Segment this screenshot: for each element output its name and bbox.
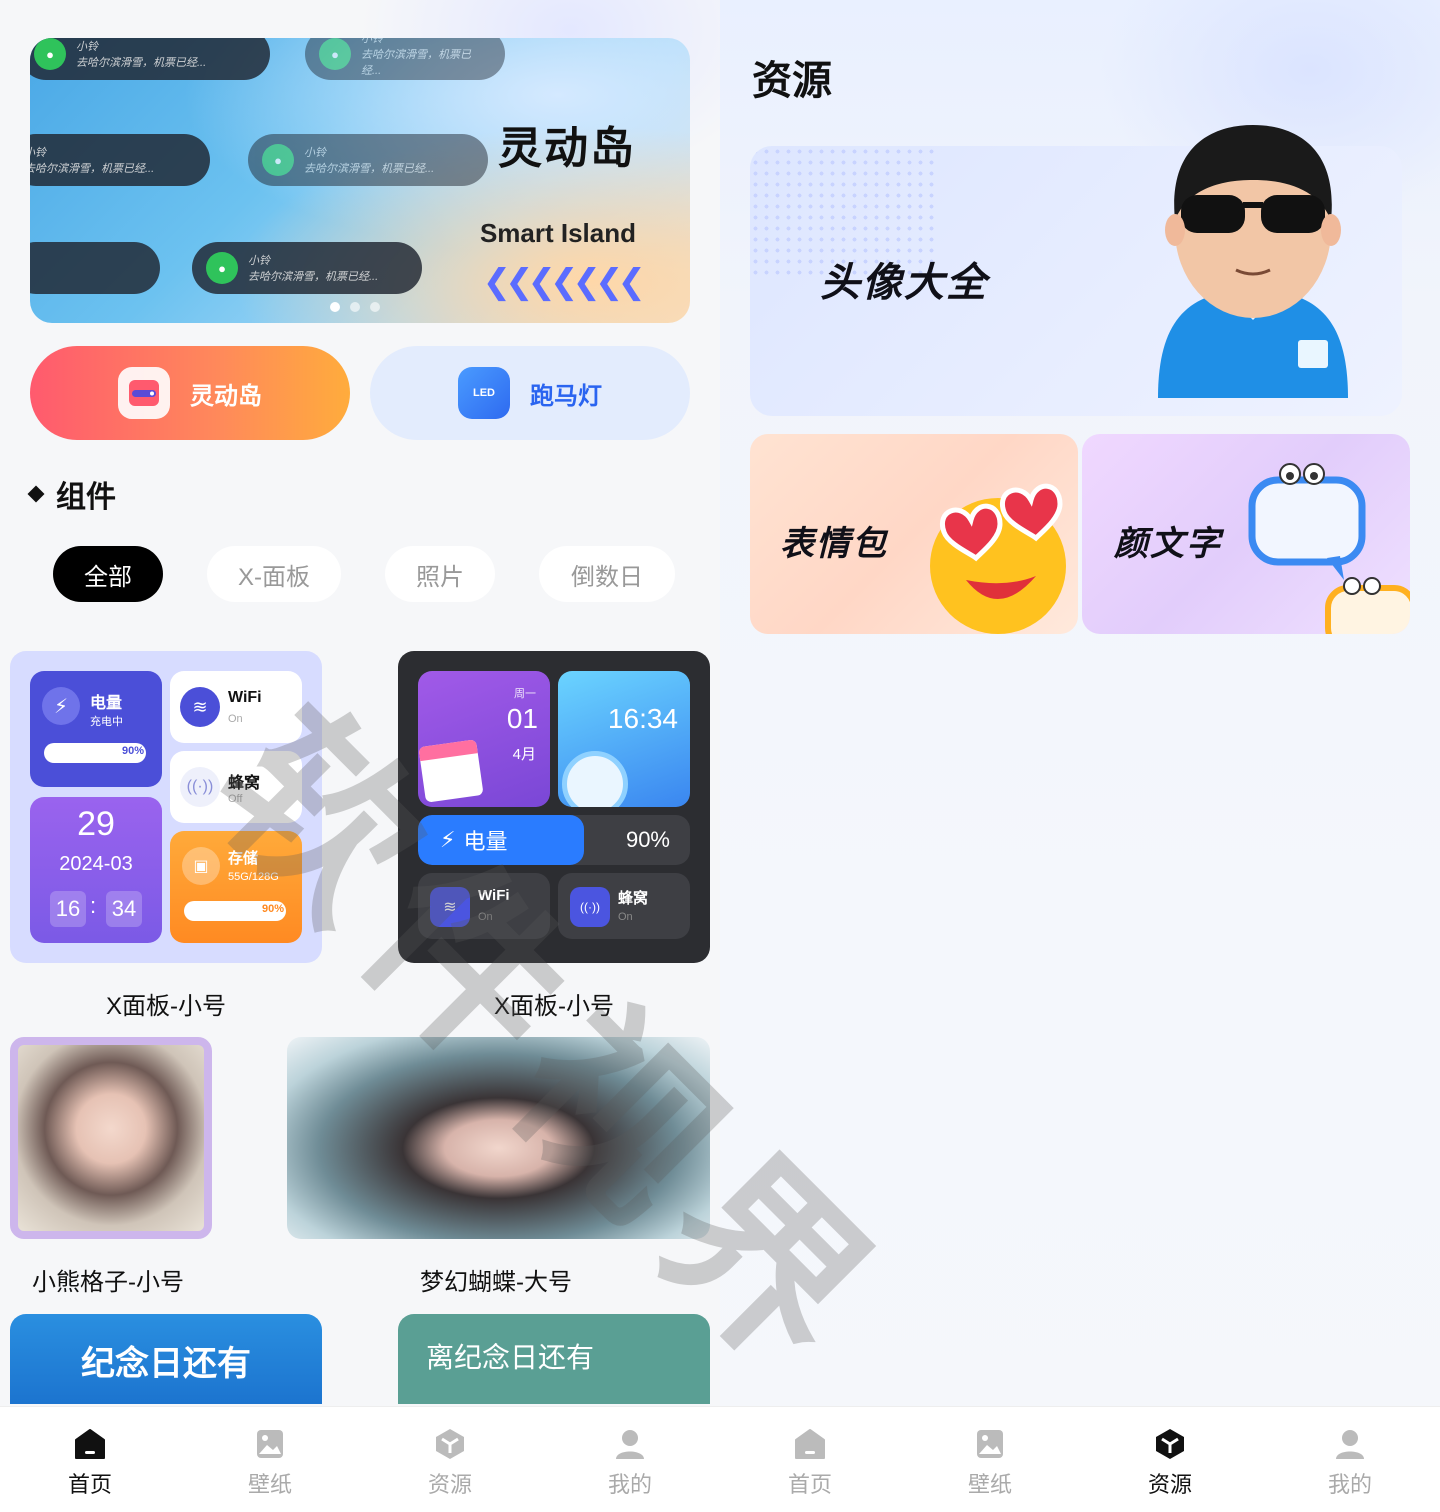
banner-title: 灵动岛 bbox=[498, 124, 636, 173]
notification-pill: 小铃去哈尔滨滑雪，机票已经... bbox=[30, 134, 210, 186]
tab-mine[interactable]: 我的 bbox=[1260, 1407, 1440, 1512]
notification-pill bbox=[30, 242, 160, 294]
user-icon bbox=[1333, 1427, 1367, 1461]
battery-fill: ⚡ 电量 bbox=[418, 815, 584, 865]
antenna-icon: ((·)) bbox=[180, 767, 220, 807]
antenna-icon: ((·)) bbox=[570, 887, 610, 927]
notification-pill: ● 小铃 去哈尔滨滑雪，机票已经... bbox=[305, 38, 505, 80]
bolt-icon: ⚡ bbox=[440, 827, 456, 852]
wifi-icon: ≋ bbox=[430, 887, 470, 927]
photo-widget-bear-grid[interactable] bbox=[10, 1037, 212, 1239]
image-icon bbox=[973, 1427, 1007, 1461]
bottom-tab-bar: 首页 壁纸 资源 我的 bbox=[720, 1406, 1440, 1512]
carousel-dot[interactable] bbox=[350, 302, 360, 312]
island-icon bbox=[118, 367, 170, 419]
countdown-widget[interactable]: 纪念日还有 bbox=[10, 1314, 322, 1404]
resources-screen: 资源 头像大全 表情包 颜文字 首页 壁纸 资源 我的 bbox=[720, 0, 1440, 1512]
home-icon bbox=[793, 1427, 827, 1461]
home-icon bbox=[73, 1427, 107, 1461]
section-title: 组件 bbox=[27, 472, 116, 516]
bottom-tab-bar: 首页 壁纸 资源 我的 bbox=[0, 1406, 720, 1512]
wechat-icon: ● bbox=[319, 38, 351, 70]
banner-subtitle: Smart Island bbox=[479, 218, 636, 248]
heart-eyes-emoji-icon bbox=[930, 483, 1066, 634]
page-title: 资源 bbox=[752, 59, 832, 103]
cellular-tile: ((·)) 蜂窝 Off bbox=[170, 751, 302, 823]
wechat-icon: ● bbox=[206, 252, 238, 284]
wifi-tile: ≋ WiFi On bbox=[418, 873, 550, 939]
home-screen: ● 小铃去哈尔滨滑雪，机票已经... ● 小铃去哈尔滨滑雪，机票已经... 小铃… bbox=[0, 0, 720, 1512]
wechat-icon: ● bbox=[34, 38, 66, 70]
notification-pill: ● 小铃 去哈尔滨滑雪，机票已经... bbox=[30, 38, 270, 80]
widget-x-panel-light[interactable]: ⚡ 电量 充电中 90% ≋ WiFi On ((·)) 蜂窝 Off 29 2… bbox=[10, 651, 322, 963]
marquee-button[interactable]: LED 跑马灯 bbox=[370, 346, 690, 440]
diamond-icon bbox=[27, 485, 45, 503]
avatar-character-icon bbox=[1158, 125, 1348, 398]
storage-bar: 90% bbox=[184, 901, 286, 921]
notification-pill: ● 小铃 去哈尔滨滑雪，机票已经... bbox=[248, 134, 488, 186]
tab-resources[interactable]: 资源 bbox=[360, 1407, 540, 1512]
notification-pill: ● 小铃 去哈尔滨滑雪，机票已经... bbox=[192, 242, 422, 294]
photo-caption: 梦幻蝴蝶-大号 bbox=[420, 1269, 572, 1296]
save-icon: ▣ bbox=[182, 847, 220, 885]
date-time-tile: 29 2024-03 16 : 34 bbox=[30, 797, 162, 943]
photo-widget-butterfly[interactable] bbox=[287, 1037, 710, 1239]
chip-countdown[interactable]: 倒数日 bbox=[539, 546, 675, 602]
carousel-dot[interactable] bbox=[330, 302, 340, 312]
clock-icon bbox=[562, 751, 628, 807]
kaomoji-card[interactable]: 颜文字 bbox=[1082, 434, 1410, 634]
smart-island-button[interactable]: 灵动岛 bbox=[30, 346, 350, 440]
tab-home[interactable]: 首页 bbox=[0, 1407, 180, 1512]
bolt-icon: ⚡ bbox=[42, 687, 80, 725]
tab-mine[interactable]: 我的 bbox=[540, 1407, 720, 1512]
tab-resources[interactable]: 资源 bbox=[1080, 1407, 1260, 1512]
storage-tile: ▣ 存储 55G/128G 90% bbox=[170, 831, 302, 943]
tab-wallpaper[interactable]: 壁纸 bbox=[900, 1407, 1080, 1512]
wifi-tile: ≋ WiFi On bbox=[170, 671, 302, 743]
wifi-icon: ≋ bbox=[180, 687, 220, 727]
carousel-dots[interactable] bbox=[330, 302, 380, 312]
chip-all[interactable]: 全部 bbox=[53, 546, 163, 602]
carousel-dot[interactable] bbox=[370, 302, 380, 312]
user-icon bbox=[613, 1427, 647, 1461]
avatar-collection-card[interactable]: 头像大全 bbox=[750, 125, 1402, 416]
battery-bar-tile: ⚡ 电量 90% bbox=[418, 815, 690, 865]
calendar-icon bbox=[418, 739, 484, 803]
photo-caption: 小熊格子-小号 bbox=[32, 1269, 184, 1296]
tab-wallpaper[interactable]: 壁纸 bbox=[180, 1407, 360, 1512]
chevron-left-icon: ❮❮❮❮❮❮❮ bbox=[482, 263, 646, 301]
battery-tile: ⚡ 电量 充电中 90% bbox=[30, 671, 162, 787]
tab-home[interactable]: 首页 bbox=[720, 1407, 900, 1512]
wechat-icon: ● bbox=[262, 144, 294, 176]
widget-caption: X面板-小号 bbox=[494, 993, 614, 1020]
sticker-pack-card[interactable]: 表情包 bbox=[750, 434, 1078, 634]
chip-photos[interactable]: 照片 bbox=[385, 546, 495, 602]
clock-tile: 16:34 bbox=[558, 671, 690, 807]
countdown-widget[interactable]: 离纪念日还有 bbox=[398, 1314, 710, 1404]
cube-icon bbox=[1153, 1427, 1187, 1461]
calendar-tile: 周一 01 4月 bbox=[418, 671, 550, 807]
battery-bar: 90% bbox=[44, 743, 146, 763]
cube-icon bbox=[433, 1427, 467, 1461]
smart-island-banner[interactable]: ● 小铃去哈尔滨滑雪，机票已经... ● 小铃去哈尔滨滑雪，机票已经... 小铃… bbox=[30, 38, 690, 323]
widget-caption: X面板-小号 bbox=[106, 993, 226, 1020]
speech-bubble-icon bbox=[1248, 463, 1410, 634]
led-icon: LED bbox=[458, 367, 510, 419]
widget-x-panel-dark[interactable]: 周一 01 4月 16:34 ⚡ 电量 90% ≋ WiFi On ((·)) 蜂… bbox=[398, 651, 710, 963]
chip-x-panel[interactable]: X-面板 bbox=[207, 546, 341, 602]
image-icon bbox=[253, 1427, 287, 1461]
cellular-tile: ((·)) 蜂窝 On bbox=[558, 873, 690, 939]
